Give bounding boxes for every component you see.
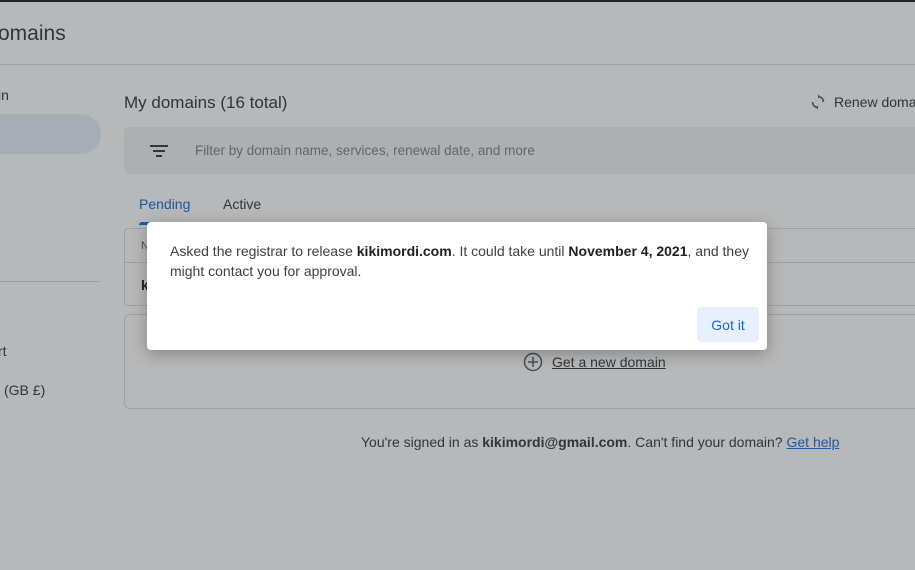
release-dialog: Asked the registrar to release kikimordi… [147,222,767,350]
dialog-msg-domain: kikimordi.com [356,243,452,259]
dialog-message: Asked the registrar to release kikimordi… [170,242,750,281]
got-it-button[interactable]: Got it [697,307,759,342]
dialog-msg-part2: . It could take until [451,243,569,259]
dialog-msg-part1: Asked the registrar to release [170,243,357,259]
dialog-msg-date: November 4, 2021 [568,243,688,259]
